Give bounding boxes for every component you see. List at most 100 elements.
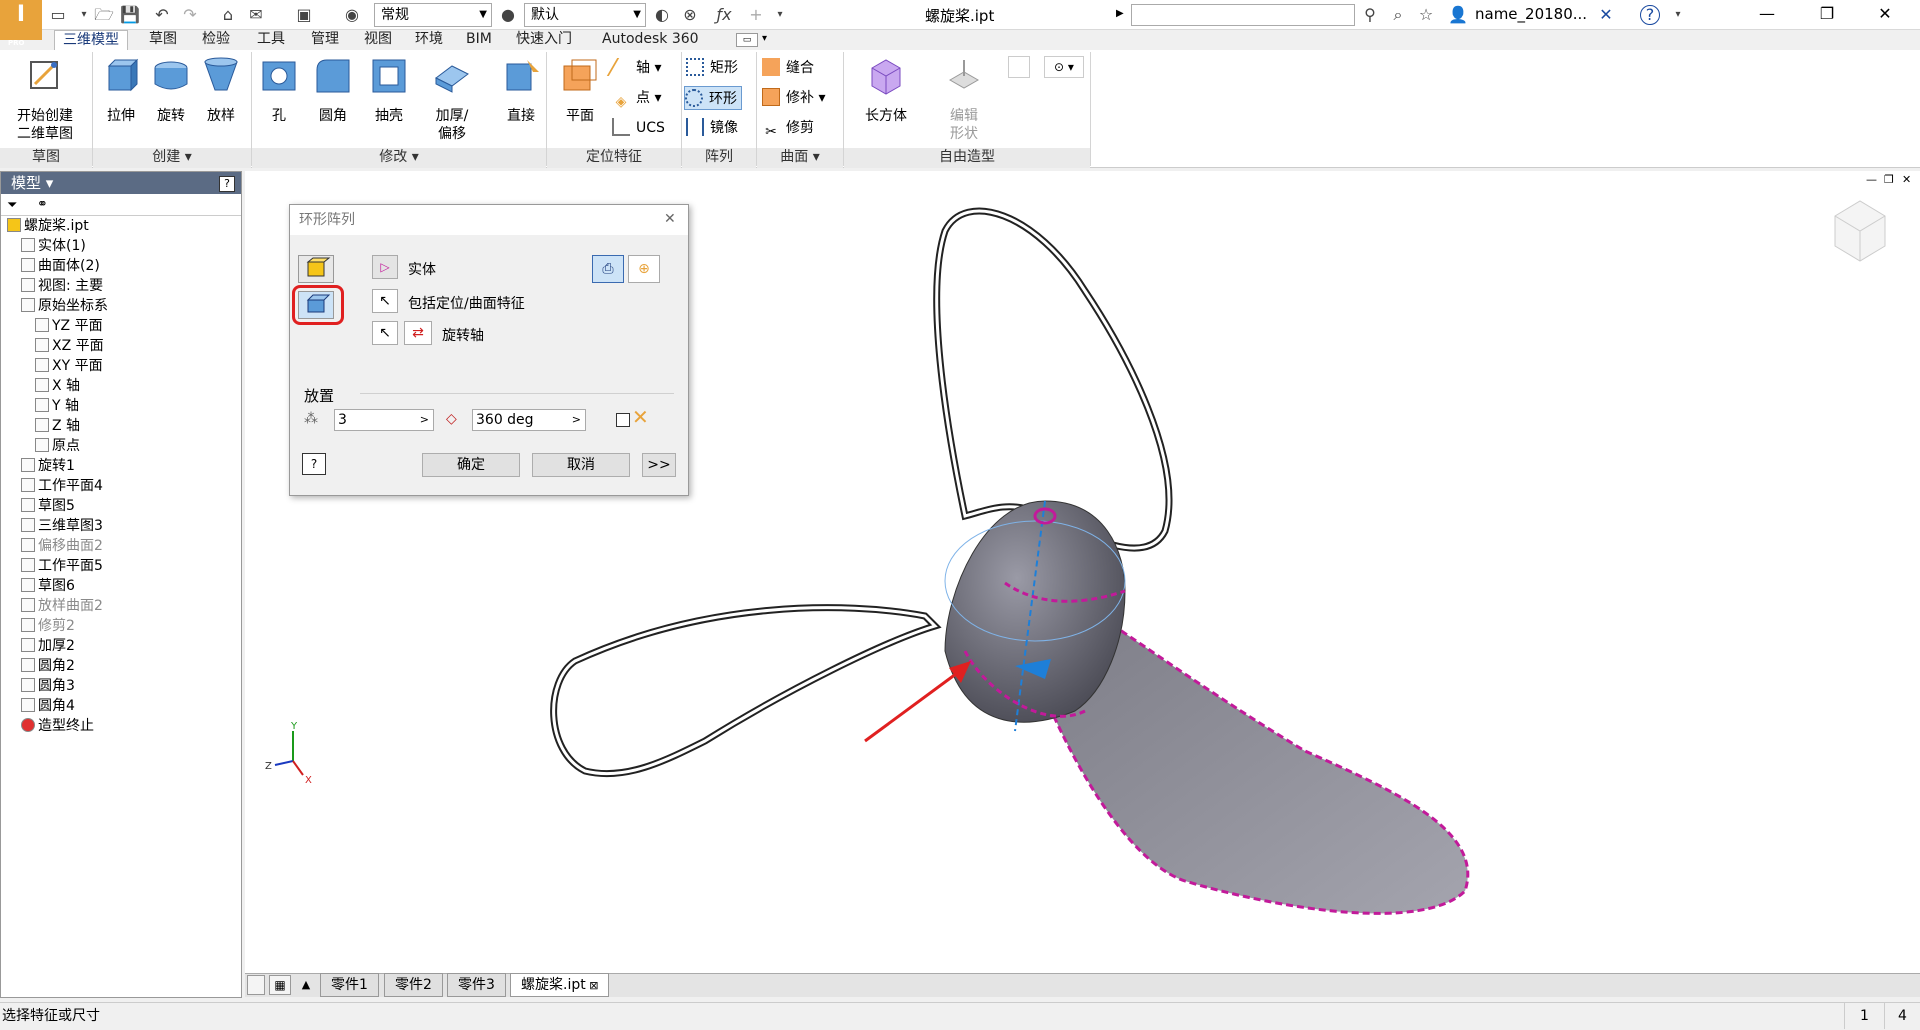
search-expand-icon[interactable]: ▶	[1116, 8, 1124, 19]
flip-axis-icon[interactable]: ⇄	[404, 321, 432, 345]
minimize-button[interactable]: —	[1744, 0, 1790, 30]
doc-list-icon[interactable]: ▲	[296, 975, 316, 995]
open-folder-icon[interactable]: 🗁	[92, 3, 116, 27]
update-icon[interactable]: ▣	[292, 3, 316, 27]
grid-view-icon[interactable]: ▦	[269, 975, 291, 995]
rectangular-pattern-button[interactable]: 矩形	[686, 56, 738, 80]
cancel-button[interactable]: 取消	[532, 453, 630, 477]
browser-node[interactable]: XY 平面	[35, 356, 103, 376]
browser-node[interactable]: 工作平面4	[21, 476, 103, 496]
home-icon[interactable]: ⌂	[216, 3, 240, 27]
join-solid-button[interactable]: ⎙	[592, 255, 624, 283]
extrude-button[interactable]: 拉伸	[96, 56, 146, 125]
ribbon-tab[interactable]: 管理	[303, 30, 347, 50]
ribbon-tab[interactable]: 检验	[194, 30, 238, 50]
mirror-button[interactable]: 镜像	[686, 116, 738, 140]
material-combo[interactable]: 默认 ▼	[524, 3, 646, 27]
ribbon-tab[interactable]: 快速入门	[508, 30, 580, 50]
edit-form-button[interactable]: 编辑 形状	[936, 56, 992, 143]
restore-button[interactable]: ❐	[1804, 0, 1850, 30]
ribbon-tab[interactable]: BIM	[458, 30, 500, 50]
filter-icon[interactable]: ⏷	[7, 198, 17, 213]
more-options-button[interactable]: >>	[642, 453, 676, 477]
solid-select-button[interactable]: ▷	[372, 255, 398, 279]
browser-node[interactable]: 原始坐标系	[21, 296, 108, 316]
revolve-button[interactable]: 旋转	[146, 56, 196, 125]
stitch-button[interactable]: 缝合	[762, 56, 814, 80]
style-combo[interactable]: 常规 ▼	[374, 3, 492, 27]
help-icon[interactable]: ?	[1640, 5, 1660, 25]
browser-node[interactable]: Z 轴	[35, 416, 80, 436]
occurrence-angle-input[interactable]: 360 deg >	[472, 409, 586, 431]
redo-icon[interactable]: ↷	[178, 3, 202, 27]
freeform-box-button[interactable]: 长方体	[856, 56, 916, 125]
shell-button[interactable]: 抽壳	[364, 56, 414, 125]
browser-node[interactable]: Y 轴	[35, 396, 79, 416]
browser-node[interactable]: 圆角4	[21, 696, 75, 716]
ribbon-tab[interactable]: Autodesk 360	[594, 30, 707, 50]
ribbon-minimize-icon[interactable]: ▭	[736, 33, 758, 47]
search-binoculars-icon[interactable]: ⚲	[1358, 3, 1382, 27]
help-search-input[interactable]	[1131, 4, 1355, 26]
thicken-offset-button[interactable]: 加厚/ 偏移	[424, 56, 480, 143]
ribbon-tab[interactable]: 视图	[356, 30, 400, 50]
work-point-button[interactable]: ◈ 点 ▾	[612, 86, 662, 110]
browser-node[interactable]: 三维草图3	[21, 516, 103, 536]
include-select-icon[interactable]: ↖	[372, 289, 398, 313]
application-menu-button[interactable]: I PRO	[0, 0, 42, 47]
browser-help-icon[interactable]: ?	[219, 176, 235, 192]
viewport-minimize-icon[interactable]: —	[1866, 173, 1877, 186]
panel-title-modify[interactable]: 修改 ▾	[252, 148, 546, 168]
color-override-icon[interactable]: ◐	[650, 3, 674, 27]
browser-node[interactable]: 圆角2	[21, 656, 75, 676]
exchange-icon[interactable]: ✕	[1594, 3, 1618, 27]
ribbon-panel-options-icon[interactable]: ⊙ ▾	[1044, 56, 1084, 78]
browser-node[interactable]: YZ 平面	[35, 316, 103, 336]
browser-node[interactable]: 偏移曲面2	[21, 536, 103, 556]
start-2d-sketch-button[interactable]: 开始创建 二维草图	[8, 56, 82, 143]
help-dropdown-icon[interactable]: ▾	[1666, 3, 1690, 27]
trim-button[interactable]: ✂ 修剪	[762, 116, 814, 140]
communication-icon[interactable]: ⌕	[1386, 3, 1410, 27]
browser-node[interactable]: X 轴	[35, 376, 80, 396]
occurrence-count-input[interactable]: 3 >	[334, 409, 434, 431]
browser-node[interactable]: 草图5	[21, 496, 75, 516]
ok-button[interactable]: 确定	[422, 453, 520, 477]
work-plane-button[interactable]: 平面	[556, 56, 604, 125]
browser-node[interactable]: 工作平面5	[21, 556, 103, 576]
browser-node[interactable]: 修剪2	[21, 616, 75, 636]
ribbon-options-icon[interactable]: ▾	[762, 33, 767, 44]
properties-icon[interactable]: ✉	[244, 3, 268, 27]
save-icon[interactable]: 💾	[118, 3, 142, 27]
find-binoculars-icon[interactable]: ⚭	[37, 197, 48, 212]
browser-node[interactable]: 圆角3	[21, 676, 75, 696]
freeform-tool-icon[interactable]	[1008, 56, 1030, 78]
viewport-close-icon[interactable]: ✕	[1902, 173, 1911, 186]
browser-node[interactable]: 螺旋桨.ipt	[7, 216, 89, 236]
dialog-help-icon[interactable]: ?	[302, 453, 326, 475]
qat-customize-icon[interactable]: ▾	[768, 3, 792, 27]
close-window-button[interactable]: ✕	[1862, 0, 1908, 30]
circular-pattern-button[interactable]: 环形	[684, 86, 742, 110]
browser-node[interactable]: 放样曲面2	[21, 596, 103, 616]
browser-node[interactable]: 视图: 主要	[21, 276, 103, 296]
work-axis-button[interactable]: 轴 ▾	[606, 56, 661, 80]
browser-node[interactable]: 实体(1)	[21, 236, 86, 256]
browser-node[interactable]: 旋转1	[21, 456, 75, 476]
browser-node[interactable]: 草图6	[21, 576, 75, 596]
ucs-button[interactable]: UCS	[612, 116, 665, 140]
dialog-close-icon[interactable]: ✕	[664, 211, 676, 227]
hole-button[interactable]: 孔	[256, 56, 302, 125]
browser-node[interactable]: 加厚2	[21, 636, 75, 656]
patch-button[interactable]: 修补 ▾	[762, 86, 825, 110]
panel-title-create[interactable]: 创建 ▾	[93, 148, 251, 168]
ribbon-tab[interactable]: 工具	[249, 30, 293, 50]
new-solid-button[interactable]: ⊕	[628, 255, 660, 283]
clear-override-icon[interactable]: ⊗	[678, 3, 702, 27]
browser-node[interactable]: 造型终止	[21, 716, 94, 736]
document-tab[interactable]: 零件3	[447, 973, 506, 997]
viewport-restore-icon[interactable]: ❐	[1884, 173, 1894, 186]
browser-node[interactable]: XZ 平面	[35, 336, 104, 356]
document-tab[interactable]: 零件1	[320, 973, 379, 997]
document-tab[interactable]: 螺旋桨.ipt ⊠	[510, 973, 610, 997]
